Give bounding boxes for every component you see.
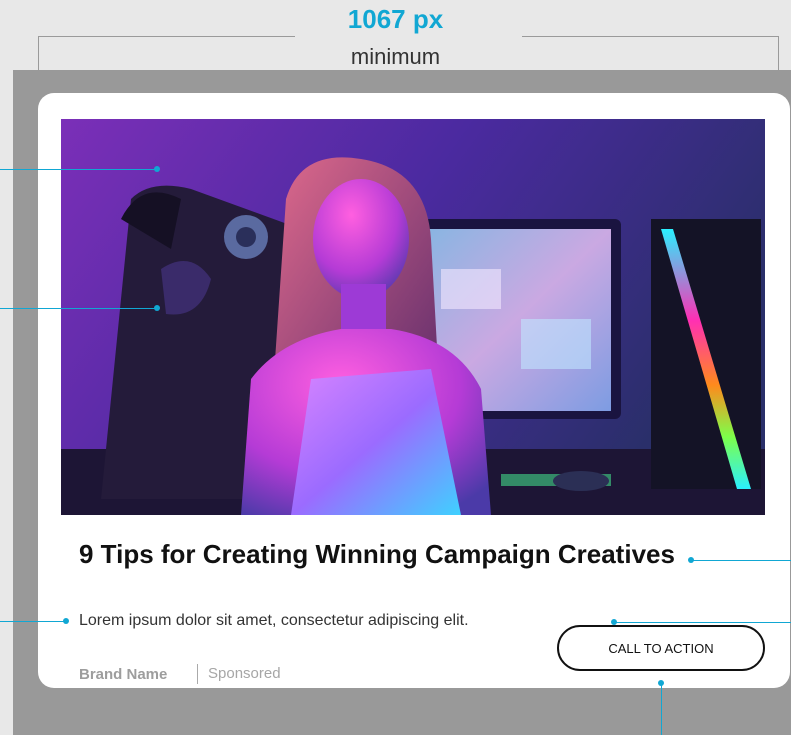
callout-dot-cta	[658, 680, 664, 686]
brand-separator	[197, 664, 198, 684]
hero-image[interactable]	[61, 119, 765, 515]
callout-line-headline	[691, 560, 791, 561]
dimension-bracket-left	[38, 36, 295, 37]
callout-line-image-middle	[0, 308, 157, 309]
ad-headline: 9 Tips for Creating Winning Campaign Cre…	[79, 539, 675, 569]
callout-dot-image-top	[154, 166, 160, 172]
callout-dot-description-left	[63, 618, 69, 624]
callout-dot-image-middle	[154, 305, 160, 311]
call-to-action-button[interactable]: CALL TO ACTION	[557, 625, 765, 671]
callout-line-description-right	[614, 622, 791, 623]
width-dimension-label: 1067 px	[347, 4, 444, 34]
minimum-label: minimum	[350, 44, 441, 69]
callout-dot-headline	[688, 557, 694, 563]
sponsored-label: Sponsored	[208, 665, 281, 682]
callout-line-description-left	[0, 621, 66, 622]
callout-line-cta	[661, 683, 662, 735]
callout-dot-description-right	[611, 619, 617, 625]
brand-name: Brand Name	[79, 666, 168, 683]
ad-description: Lorem ipsum dolor sit amet, consectetur …	[79, 612, 469, 629]
dimension-bracket-right	[522, 36, 779, 37]
callout-line-image-top	[0, 169, 157, 170]
hero-illustration	[61, 119, 765, 515]
